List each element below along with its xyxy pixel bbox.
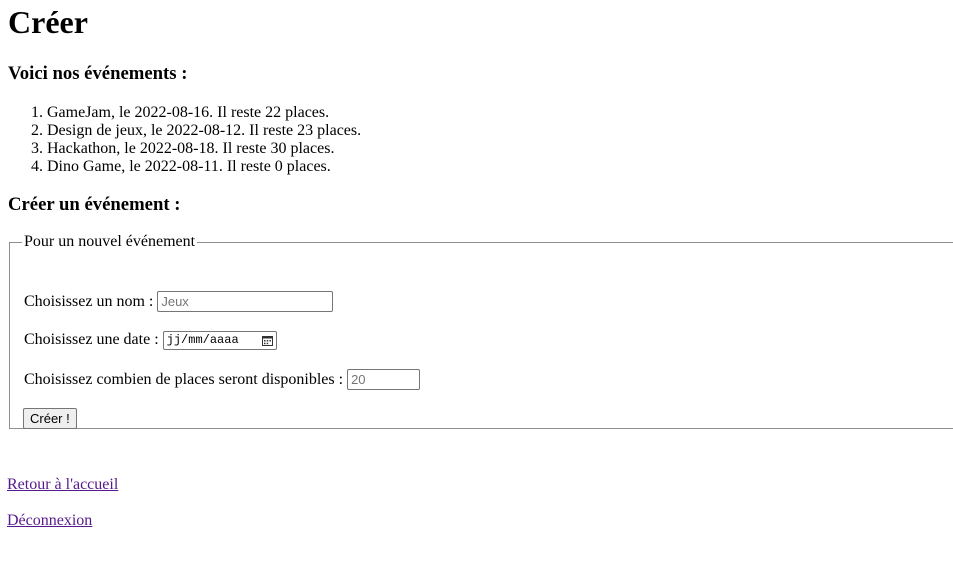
list-item: Design de jeux, le 2022-08-12. Il reste … xyxy=(47,122,361,140)
name-row: Choisissez un nom : xyxy=(24,291,334,312)
logout-link[interactable]: Déconnexion xyxy=(7,512,92,530)
places-input[interactable] xyxy=(347,369,421,390)
create-event-fieldset: Pour un nouvel événement Choisissez un n… xyxy=(9,233,953,429)
name-label: Choisissez un nom : xyxy=(24,292,154,310)
name-input[interactable] xyxy=(157,291,334,312)
places-label: Choisissez combien de places seront disp… xyxy=(24,370,344,388)
date-input[interactable]: jj/mm/aaaa xyxy=(162,330,277,350)
fieldset-legend: Pour un nouvel événement xyxy=(24,233,196,250)
list-item: Hackathon, le 2022-08-18. Il reste 30 pl… xyxy=(47,140,361,158)
home-link[interactable]: Retour à l'accueil xyxy=(7,476,118,494)
events-heading: Voici nos événements : xyxy=(8,63,188,84)
list-item: Dino Game, le 2022-08-11. Il reste 0 pla… xyxy=(47,158,361,176)
list-item: GameJam, le 2022-08-16. Il reste 22 plac… xyxy=(47,104,361,122)
create-button[interactable]: Créer ! xyxy=(23,408,77,429)
date-row: Choisissez une date : jj/mm/aaaa xyxy=(24,330,277,350)
date-placeholder: jj/mm/aaaa xyxy=(166,333,239,347)
create-heading: Créer un événement : xyxy=(8,194,181,215)
events-list: GameJam, le 2022-08-16. Il reste 22 plac… xyxy=(8,104,361,176)
places-row: Choisissez combien de places seront disp… xyxy=(24,369,421,390)
calendar-icon[interactable] xyxy=(261,335,273,346)
date-label: Choisissez une date : xyxy=(24,331,159,348)
page-title: Créer xyxy=(8,4,88,40)
